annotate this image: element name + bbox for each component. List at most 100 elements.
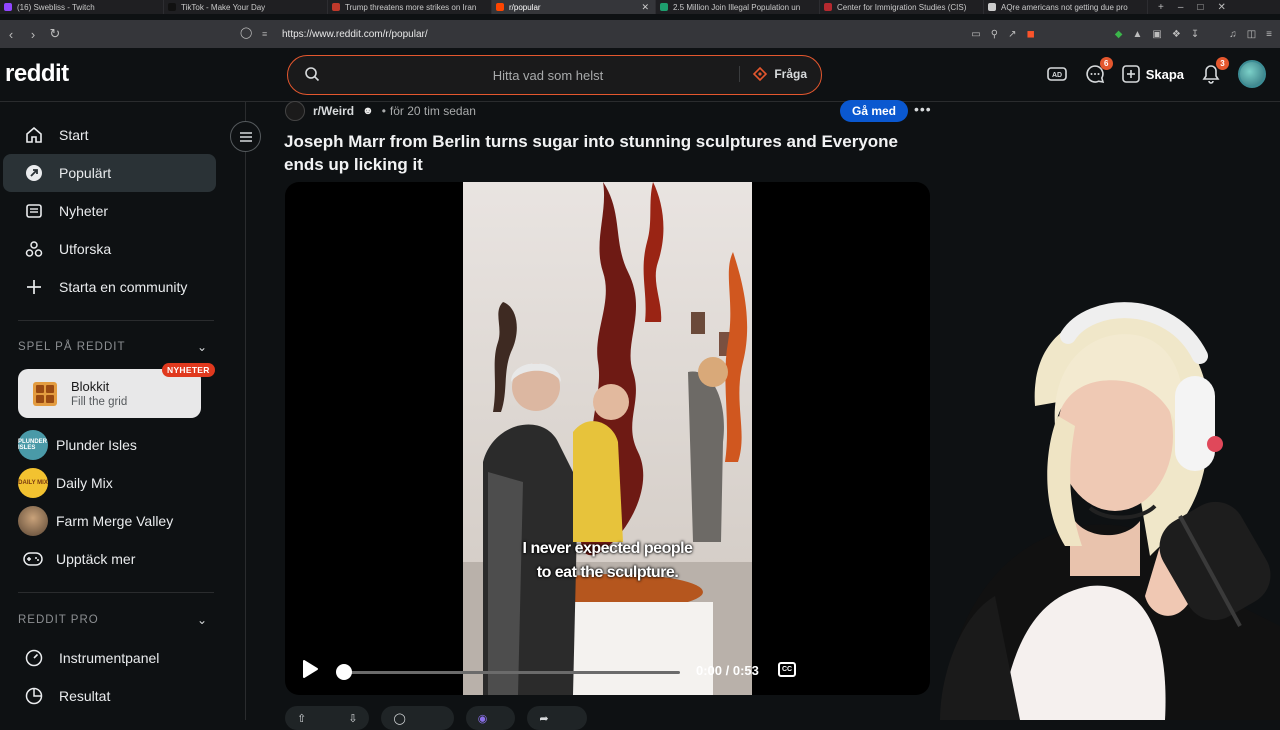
- forward-icon[interactable]: ›: [22, 27, 44, 42]
- advertise-icon[interactable]: AD: [1046, 63, 1068, 85]
- share-icon: ➦: [539, 712, 549, 725]
- game-label: Farm Merge Valley: [56, 513, 174, 529]
- left-sidebar: Start Populärt Nyheter Utforska Starta e…: [0, 102, 246, 720]
- browser-tab[interactable]: Trump threatens more strikes on Iran: [328, 0, 492, 14]
- extension-icon[interactable]: ◆: [1115, 29, 1123, 40]
- sidebar-item-label: Nyheter: [59, 203, 109, 219]
- cast-icon[interactable]: ▭: [971, 29, 980, 40]
- bookmark-icon[interactable]: ◯: [240, 26, 252, 39]
- vote-button[interactable]: ⇧ ⇩: [285, 706, 370, 730]
- tab-favicon-icon: [988, 3, 996, 11]
- sidebar-game-daily-mix[interactable]: DAILY MIX Daily Mix: [18, 467, 113, 499]
- sidebar-discover-more[interactable]: Upptäck mer: [18, 543, 135, 575]
- play-icon[interactable]: [301, 659, 319, 679]
- zoom-icon[interactable]: ⚲: [991, 29, 998, 40]
- sidebar-item-start[interactable]: Start: [3, 116, 216, 154]
- create-button[interactable]: Skapa: [1121, 65, 1184, 83]
- chat-icon[interactable]: 6: [1084, 57, 1113, 85]
- site-settings-icon[interactable]: ≡: [262, 29, 274, 39]
- news-icon: [24, 201, 44, 221]
- browser-tab[interactable]: (16) Swebliss - Twitch: [0, 0, 164, 14]
- brave-shield-icon[interactable]: ◼: [1026, 29, 1034, 40]
- join-button[interactable]: Gå med: [840, 100, 909, 122]
- discover-label: Upptäck mer: [56, 551, 136, 567]
- search-bar[interactable]: Hitta vad som helst Fråga: [287, 55, 822, 95]
- games-section-title: SPEL PÅ REDDIT: [18, 341, 126, 353]
- more-options-icon[interactable]: •••: [914, 101, 932, 117]
- extension-icon[interactable]: ▣: [1152, 29, 1161, 40]
- upvote-icon[interactable]: ⇧: [297, 712, 306, 725]
- chat-badge: 6: [1099, 57, 1113, 70]
- browser-tab[interactable]: AQre americans not getting due pro: [984, 0, 1148, 14]
- reddit-logo[interactable]: reddit: [5, 60, 69, 88]
- award-button[interactable]: ◉: [465, 706, 516, 730]
- browser-tab[interactable]: Center for Immigration Studies (CIS): [820, 0, 984, 14]
- sidebar-toggle-icon[interactable]: ◫: [1247, 29, 1256, 40]
- sidebar-divider: [18, 592, 214, 593]
- games-section-header[interactable]: SPEL PÅ REDDIT ⌄: [18, 340, 208, 354]
- comments-button[interactable]: ◯: [381, 706, 454, 730]
- new-tab-icon[interactable]: +: [1158, 2, 1164, 13]
- downvote-icon[interactable]: ⇩: [348, 712, 357, 725]
- share-button[interactable]: ➦: [527, 706, 587, 730]
- sidebar-item-start-community[interactable]: Starta en community: [3, 268, 216, 306]
- svg-text:AD: AD: [1052, 72, 1062, 79]
- puzzle-icon[interactable]: ❖: [1172, 29, 1181, 40]
- tab-label: AQre americans not getting due pro: [1001, 2, 1128, 12]
- share-icon[interactable]: ↗: [1008, 29, 1016, 40]
- chevron-down-icon[interactable]: ⌄: [197, 340, 208, 354]
- subreddit-link[interactable]: r/Weird: [313, 104, 354, 118]
- video-time: 0:00 / 0:53: [696, 663, 759, 678]
- notifications-badge: 3: [1216, 57, 1229, 70]
- video-progress-handle[interactable]: [336, 664, 352, 680]
- menu-icon[interactable]: ≡: [1266, 29, 1272, 40]
- ask-button[interactable]: Fråga: [739, 66, 807, 82]
- search-input[interactable]: Hitta vad som helst: [288, 68, 808, 83]
- dashboard-icon: [24, 648, 44, 668]
- plunder-isles-icon: PLUNDER ISLES: [18, 430, 48, 460]
- pro-section-header[interactable]: REDDIT PRO ⌄: [18, 613, 208, 627]
- featured-game-name: Blokkit: [71, 379, 110, 394]
- sidebar-item-news[interactable]: Nyheter: [3, 192, 216, 230]
- tab-label: Center for Immigration Studies (CIS): [837, 2, 967, 12]
- tab-label: 2.5 Million Join Illegal Population un: [673, 2, 801, 12]
- tab-label: (16) Swebliss - Twitch: [17, 2, 95, 12]
- back-icon[interactable]: ‹: [0, 27, 22, 42]
- sidebar-item-explore[interactable]: Utforska: [3, 230, 216, 268]
- post-actions: ⇧ ⇩ ◯ ◉ ➦: [285, 706, 587, 730]
- featured-game-subtitle: Fill the grid: [71, 396, 128, 408]
- header-actions: AD 6 Skapa 3: [1046, 57, 1266, 88]
- video-frame: I never expected people to eat the sculp…: [463, 182, 752, 695]
- download-icon[interactable]: ↧: [1191, 29, 1199, 40]
- video-progress-track[interactable]: [340, 671, 680, 674]
- media-icon[interactable]: ♫: [1229, 29, 1237, 40]
- browser-tab-strip: (16) Swebliss - Twitch TikTok - Make Your…: [0, 0, 1280, 14]
- browser-extensions: ▭ ⚲ ↗ ◼ ◆ ▲ ▣ ❖ ↧ ♫ ◫ ≡: [971, 24, 1272, 44]
- sidebar-item-popular[interactable]: Populärt: [3, 154, 216, 192]
- browser-tab[interactable]: TikTok - Make Your Day: [164, 0, 328, 14]
- sidebar-game-plunder-isles[interactable]: PLUNDER ISLES Plunder Isles: [18, 429, 137, 461]
- address-bar[interactable]: ≡ https://www.reddit.com/r/popular/: [262, 24, 1002, 44]
- extension-icon[interactable]: ▲: [1132, 29, 1142, 40]
- chevron-down-icon[interactable]: ⌄: [197, 613, 208, 627]
- game-label: Plunder Isles: [56, 437, 137, 453]
- sidebar-game-farm-merge-valley[interactable]: Farm Merge Valley: [18, 505, 173, 537]
- window-close-icon[interactable]: ✕: [1217, 2, 1225, 13]
- window-minimize-icon[interactable]: –: [1178, 2, 1184, 13]
- tab-favicon-icon: [168, 3, 176, 11]
- post-title[interactable]: Joseph Marr from Berlin turns sugar into…: [284, 130, 924, 176]
- reload-icon[interactable]: ↻: [44, 26, 66, 42]
- tab-label: TikTok - Make Your Day: [181, 2, 266, 12]
- window-maximize-icon[interactable]: □: [1197, 2, 1203, 13]
- browser-tab[interactable]: r/popular ✕: [492, 0, 656, 14]
- sidebar-item-dashboard[interactable]: Instrumentpanel: [3, 639, 216, 677]
- captions-button[interactable]: CC: [778, 662, 796, 677]
- url-text: https://www.reddit.com/r/popular/: [282, 28, 428, 40]
- sidebar-item-results[interactable]: Resultat: [3, 677, 216, 715]
- subreddit-avatar[interactable]: [285, 101, 305, 121]
- notifications-icon[interactable]: 3: [1200, 57, 1229, 85]
- browser-tab[interactable]: 2.5 Million Join Illegal Population un: [656, 0, 820, 14]
- user-avatar[interactable]: [1238, 60, 1266, 88]
- close-tab-icon[interactable]: ✕: [641, 2, 649, 13]
- sidebar-collapse-button[interactable]: [230, 121, 261, 152]
